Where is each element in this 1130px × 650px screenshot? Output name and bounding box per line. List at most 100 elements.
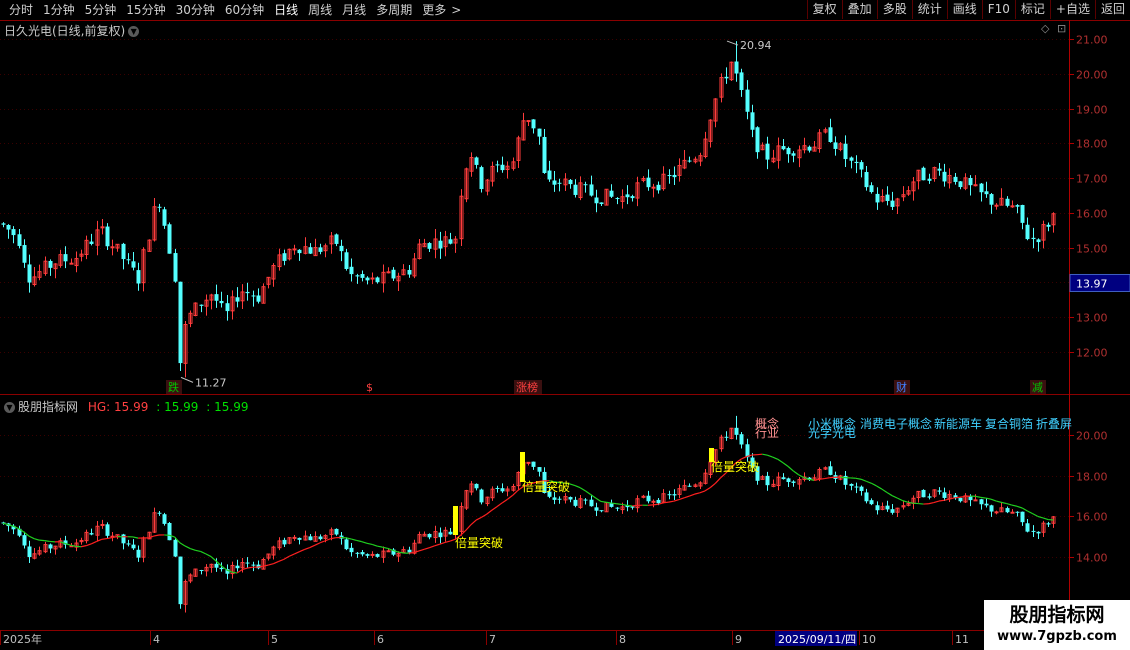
ind-candle-body bbox=[942, 492, 947, 498]
ma-line-segment bbox=[184, 545, 191, 550]
ind-candle-body bbox=[594, 507, 599, 511]
price-axis-label: 16.00 bbox=[1076, 208, 1108, 221]
price-axis-label: 12.00 bbox=[1076, 347, 1108, 360]
concept-label[interactable]: 消费电子概念 bbox=[860, 416, 932, 431]
ma-line-segment bbox=[606, 501, 612, 504]
main-candle-body bbox=[1015, 205, 1020, 207]
event-marker[interactable]: 跌 bbox=[168, 380, 179, 394]
main-candle-body bbox=[609, 190, 614, 197]
main-candle-body bbox=[557, 182, 562, 184]
main-candle-body bbox=[937, 168, 942, 171]
price-axis-label: 19.00 bbox=[1076, 104, 1108, 117]
main-candle-body bbox=[162, 209, 167, 226]
ind-candle-body bbox=[126, 543, 131, 545]
ma-line-segment bbox=[1011, 504, 1018, 507]
ind-candle-body bbox=[308, 536, 313, 541]
main-candle-body bbox=[625, 194, 630, 198]
event-marker[interactable]: 涨榜 bbox=[516, 380, 538, 394]
event-marker[interactable]: 减 bbox=[1032, 381, 1043, 394]
ma-line-segment bbox=[990, 498, 997, 502]
ma-line-segment bbox=[626, 504, 633, 507]
ind-candle-body bbox=[583, 499, 588, 501]
event-marker[interactable]: $ bbox=[366, 381, 373, 394]
main-candle-body bbox=[1031, 237, 1036, 240]
ind-candle-body bbox=[989, 505, 994, 512]
diamond-icon[interactable]: ◇ bbox=[1041, 22, 1049, 35]
indicator-axis-label: 16.00 bbox=[1076, 511, 1108, 524]
arrow-icon[interactable]: ⊡ bbox=[1057, 22, 1066, 35]
main-candle-body bbox=[687, 160, 692, 162]
main-candle-body bbox=[110, 246, 115, 249]
ma-line-segment bbox=[1027, 510, 1033, 515]
main-candle-body bbox=[282, 253, 287, 261]
main-candle-body bbox=[1036, 239, 1041, 243]
main-candle-body bbox=[828, 127, 833, 143]
event-marker[interactable]: 财 bbox=[896, 380, 907, 394]
ind-candle-body bbox=[136, 549, 141, 558]
ma-line-segment bbox=[600, 500, 607, 503]
main-candle-body bbox=[537, 128, 542, 137]
ma-line-segment bbox=[819, 477, 825, 480]
ma-line-segment bbox=[678, 497, 685, 501]
ma-line-segment bbox=[704, 487, 711, 492]
ma-line-segment bbox=[501, 498, 508, 504]
main-candle-body bbox=[583, 184, 588, 186]
high-price-label: 20.94 bbox=[740, 39, 772, 52]
concept-label[interactable]: 折叠屏 bbox=[1036, 416, 1072, 431]
concept-label[interactable]: 复合铜箔 bbox=[985, 416, 1033, 431]
ind-candle-body bbox=[407, 549, 412, 553]
concept-label[interactable]: 行业 bbox=[755, 426, 779, 440]
ma-line-segment bbox=[694, 492, 700, 495]
breakout-label: 倍量突破 bbox=[711, 459, 759, 474]
ma-line-segment bbox=[762, 453, 768, 456]
main-candle-body bbox=[843, 143, 848, 160]
ma-line-segment bbox=[756, 453, 763, 456]
price-axis-label: 18.00 bbox=[1076, 138, 1108, 151]
main-candle-body bbox=[869, 185, 874, 193]
ind-candle-body bbox=[864, 492, 869, 502]
kline-chart[interactable]: 20.9411.27跌 $ 涨榜财减倍量突破倍量突破倍量突破概念行业小米概念光学光电… bbox=[0, 0, 1130, 650]
ma-line-segment bbox=[689, 493, 695, 497]
ind-candle-body bbox=[734, 427, 739, 435]
ma-line-segment bbox=[34, 538, 40, 541]
date-label: 11 bbox=[955, 633, 969, 646]
ma-line-segment bbox=[475, 516, 482, 521]
ma-line-segment bbox=[663, 501, 669, 504]
date-label: 7 bbox=[489, 633, 496, 646]
ma-line-segment bbox=[1006, 502, 1012, 506]
price-axis-label: 15.00 bbox=[1076, 243, 1108, 256]
main-candle-body bbox=[126, 259, 131, 261]
main-candle-body bbox=[958, 181, 963, 188]
ma-line-segment bbox=[1021, 507, 1028, 512]
main-candle-body bbox=[17, 234, 22, 246]
ind-candle-body bbox=[219, 567, 224, 570]
main-candle-body bbox=[745, 89, 750, 112]
ind-candle-body bbox=[526, 461, 531, 464]
ind-candle-body bbox=[979, 499, 984, 505]
ind-candle-body bbox=[245, 562, 250, 564]
main-candle-body bbox=[526, 120, 531, 123]
ma-line-segment bbox=[465, 524, 472, 531]
ind-candle-body bbox=[568, 497, 573, 500]
main-candle-body bbox=[349, 266, 354, 275]
concept-label[interactable]: 新能源车 bbox=[934, 416, 982, 431]
date-label: 9 bbox=[735, 633, 742, 646]
ind-candle-body bbox=[1020, 511, 1025, 523]
concept-label[interactable]: 光学光电 bbox=[808, 425, 856, 440]
ma-line-segment bbox=[470, 519, 477, 526]
watermark: 股朋指标网 www.7gpzb.com bbox=[984, 600, 1130, 650]
ma-line-segment bbox=[772, 456, 779, 460]
breakout-label: 倍量突破 bbox=[455, 535, 503, 550]
ma-line-segment bbox=[65, 542, 71, 546]
ma-line-segment bbox=[1042, 517, 1049, 521]
ind-candle-body bbox=[630, 506, 635, 508]
ma-line-segment bbox=[741, 455, 747, 460]
ind-candle-body bbox=[885, 505, 890, 510]
ind-candle-body bbox=[859, 486, 864, 491]
ind-candle-body bbox=[344, 539, 349, 550]
ma-line-segment bbox=[351, 538, 357, 542]
ind-candle-body bbox=[1005, 508, 1010, 513]
main-candle-body bbox=[100, 226, 105, 229]
ma-line-segment bbox=[709, 482, 716, 489]
main-candle-body bbox=[807, 146, 812, 151]
